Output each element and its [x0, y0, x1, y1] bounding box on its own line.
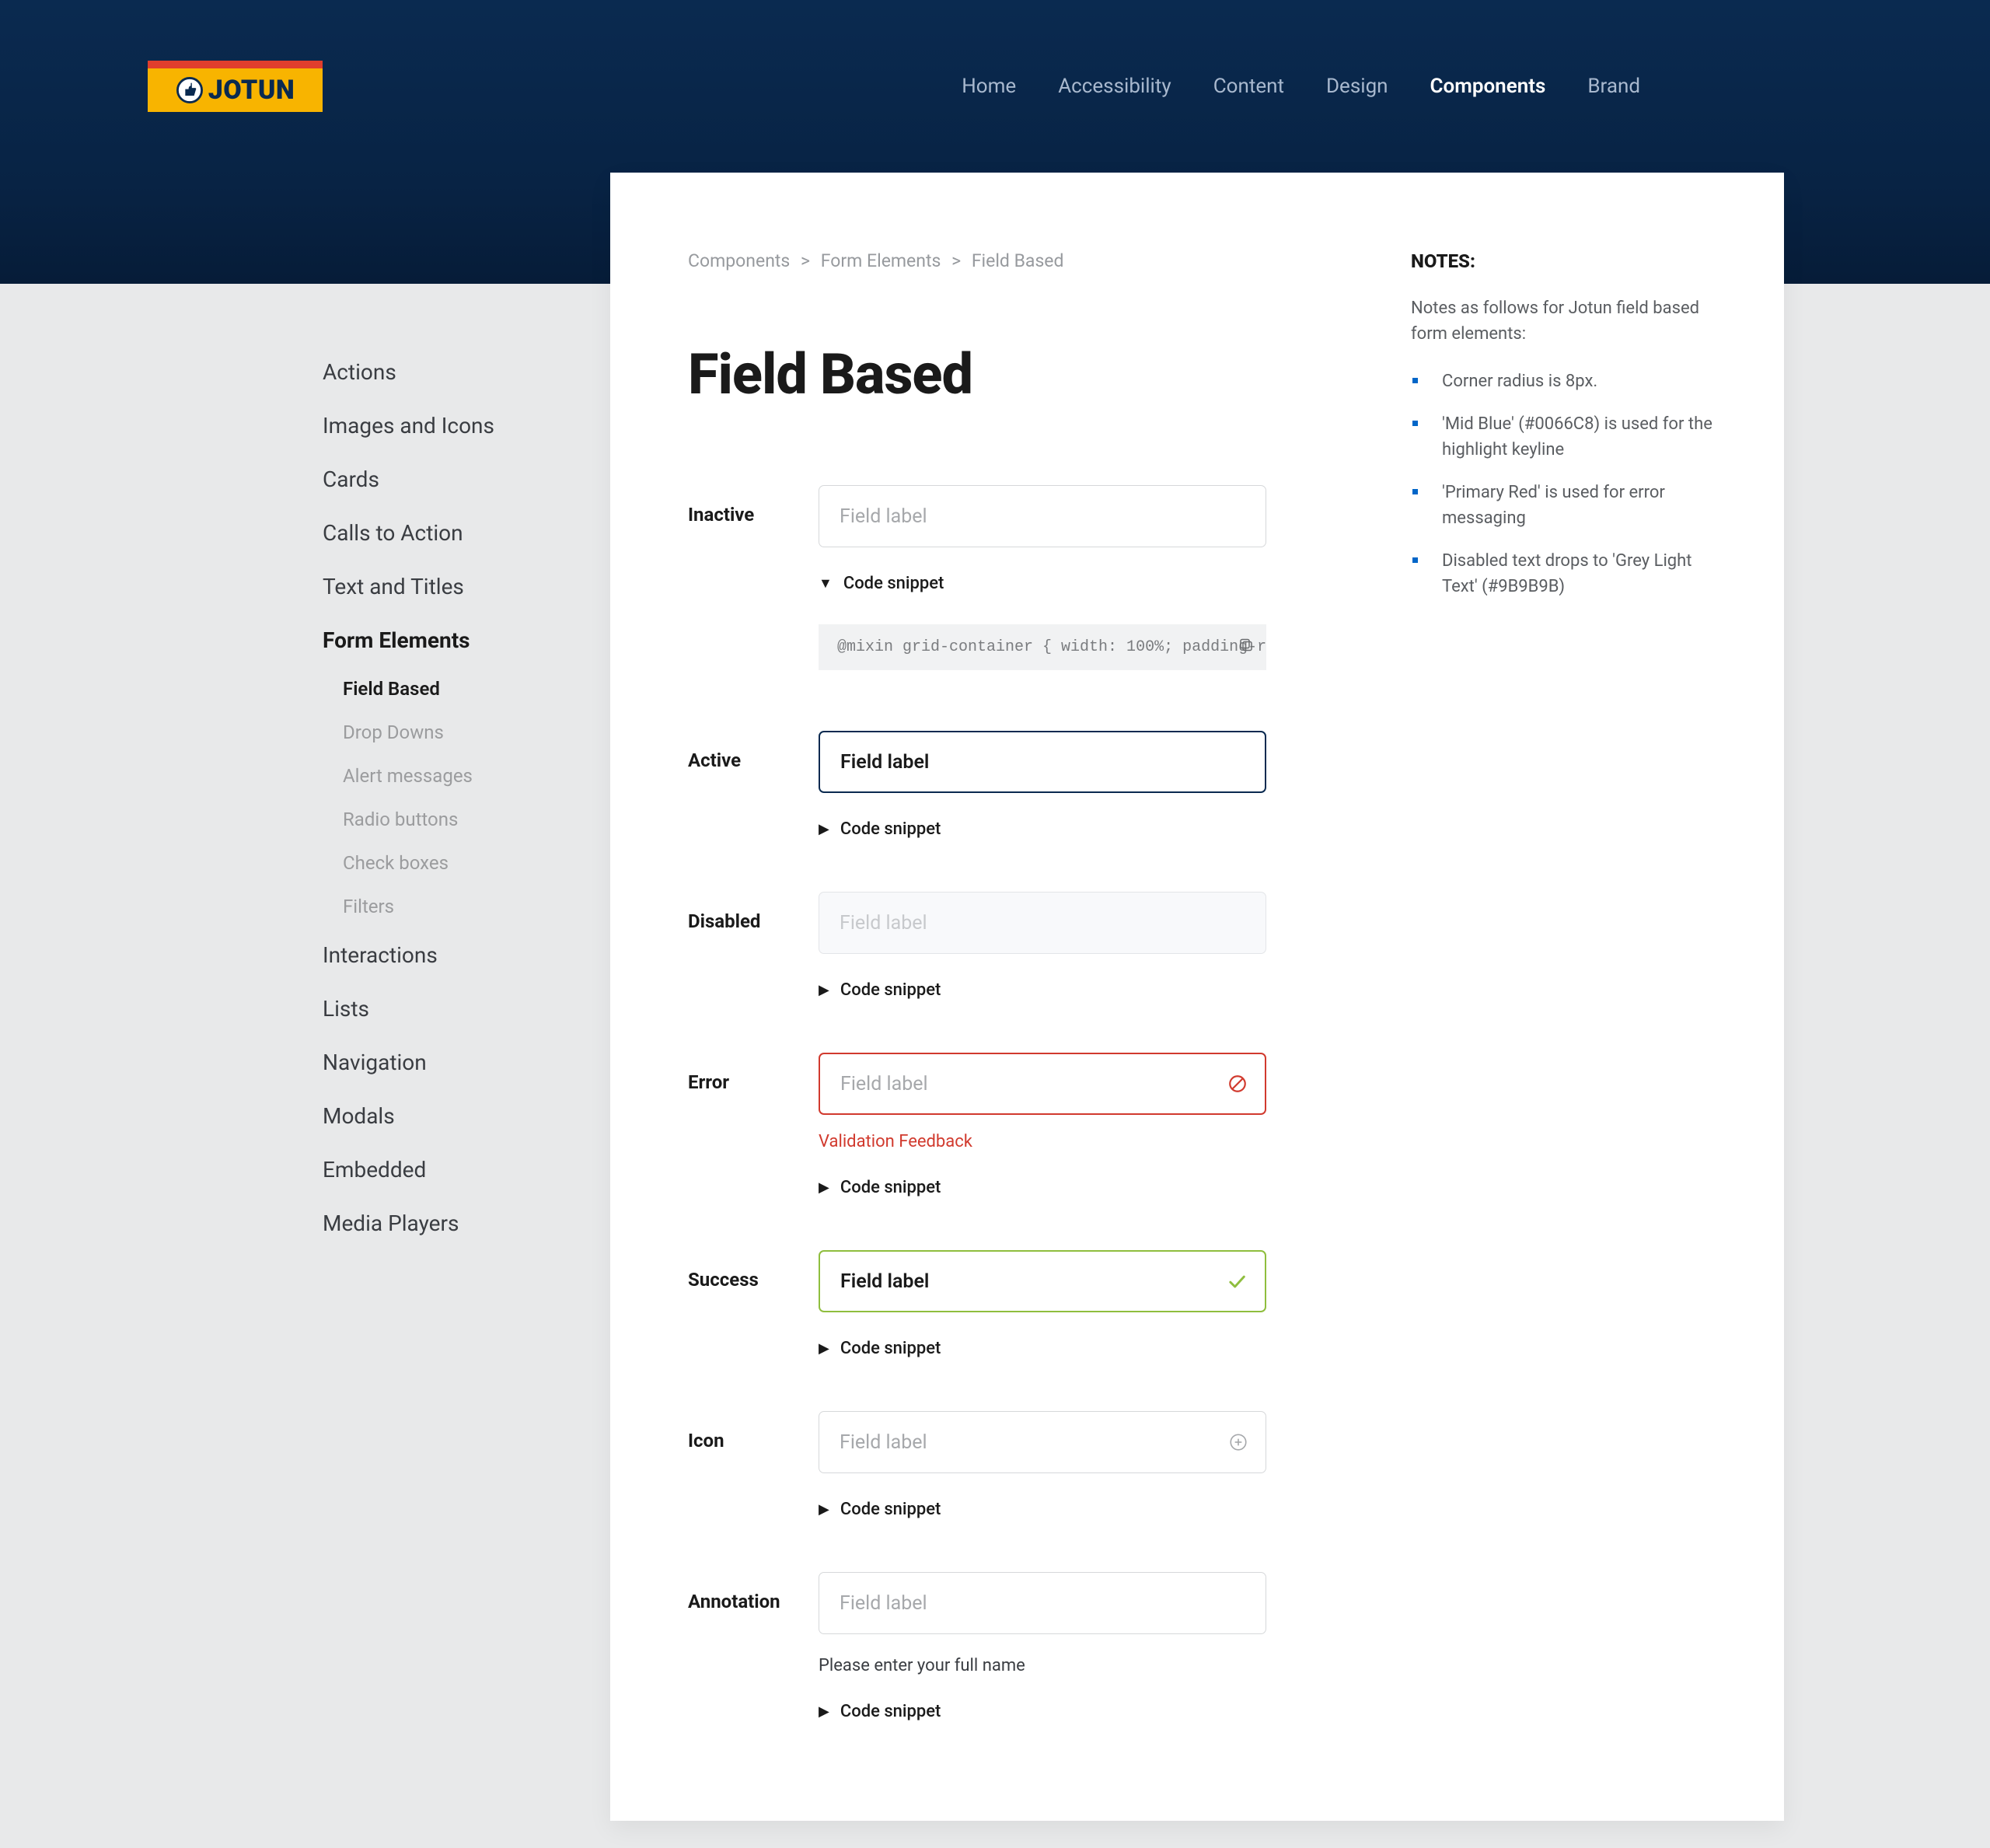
nav-components[interactable]: Components [1430, 75, 1546, 98]
input-disabled: Field label [819, 892, 1266, 954]
note-item: Disabled text drops to 'Grey Light Text'… [1411, 548, 1722, 599]
sidebar-sub-alert-messages[interactable]: Alert messages [343, 754, 579, 798]
state-label-icon: Icon [688, 1411, 819, 1452]
chevron-right-icon: ▶ [819, 1340, 829, 1357]
sidebar-item-modals[interactable]: Modals [323, 1089, 579, 1143]
sidebar-item-media-players[interactable]: Media Players [323, 1196, 579, 1250]
snippet-toggle-error[interactable]: ▶ Code snippet [819, 1178, 1266, 1197]
nav-accessibility[interactable]: Accessibility [1058, 75, 1171, 98]
state-label-error: Error [688, 1053, 819, 1093]
nav-home[interactable]: Home [962, 75, 1016, 98]
sidebar-item-cta[interactable]: Calls to Action [323, 506, 579, 560]
chevron-right-icon: ▶ [819, 1501, 829, 1518]
copy-icon[interactable] [1237, 635, 1255, 659]
sidebar-item-actions[interactable]: Actions [323, 345, 579, 399]
snippet-toggle-inactive[interactable]: ▼ Code snippet [819, 574, 1266, 593]
input-annotation[interactable]: Field label [819, 1572, 1266, 1634]
crumb-form-elements[interactable]: Form Elements [821, 250, 941, 271]
state-label-annotation: Annotation [688, 1572, 819, 1612]
page-title: Field Based [688, 341, 1356, 407]
breadcrumb: Components > Form Elements > Field Based [688, 250, 1356, 271]
input-inactive[interactable]: Field label [819, 485, 1266, 547]
chevron-right-icon: ▶ [819, 821, 829, 837]
chevron-right-icon: ▶ [819, 1179, 829, 1196]
sidebar-sub-radio-buttons[interactable]: Radio buttons [343, 798, 579, 841]
sidebar-item-cards[interactable]: Cards [323, 452, 579, 506]
state-label-inactive: Inactive [688, 485, 819, 526]
input-error[interactable]: Field label [819, 1053, 1266, 1115]
crumb-field-based: Field Based [972, 250, 1064, 271]
notes-panel: NOTES: Notes as follows for Jotun field … [1411, 250, 1722, 1743]
input-icon[interactable]: Field label [819, 1411, 1266, 1473]
error-icon [1227, 1074, 1248, 1094]
snippet-toggle-active[interactable]: ▶ Code snippet [819, 819, 1266, 839]
top-nav: Home Accessibility Content Design Compon… [962, 75, 1640, 98]
input-success[interactable]: Field label [819, 1250, 1266, 1312]
jotun-thumb-icon [176, 76, 204, 104]
note-item: 'Primary Red' is used for error messagin… [1411, 480, 1722, 531]
snippet-toggle-annotation[interactable]: ▶ Code snippet [819, 1702, 1266, 1721]
crumb-components[interactable]: Components [688, 250, 790, 271]
plus-circle-icon[interactable] [1228, 1432, 1248, 1452]
sidebar-item-navigation[interactable]: Navigation [323, 1036, 579, 1089]
sidebar-sub-drop-downs[interactable]: Drop Downs [343, 711, 579, 754]
checkmark-icon [1226, 1270, 1248, 1292]
chevron-right-icon: ▶ [819, 982, 829, 998]
sidebar-sub-field-based[interactable]: Field Based [343, 667, 579, 711]
snippet-toggle-success[interactable]: ▶ Code snippet [819, 1339, 1266, 1358]
chevron-down-icon: ▼ [819, 575, 833, 592]
sidebar-item-images-icons[interactable]: Images and Icons [323, 399, 579, 452]
snippet-toggle-disabled[interactable]: ▶ Code snippet [819, 980, 1266, 1000]
validation-feedback: Validation Feedback [819, 1132, 1266, 1151]
notes-title: NOTES: [1411, 250, 1722, 272]
snippet-code-inactive: @mixin grid-container { width: 100%; pad… [819, 624, 1266, 670]
sidebar-item-interactions[interactable]: Interactions [323, 928, 579, 982]
notes-intro: Notes as follows for Jotun field based f… [1411, 295, 1722, 347]
sidebar-item-form-elements[interactable]: Form Elements [323, 613, 579, 667]
sidebar: Actions Images and Icons Cards Calls to … [323, 173, 610, 1821]
nav-design[interactable]: Design [1326, 75, 1388, 98]
input-active[interactable]: Field label [819, 731, 1266, 793]
content-card: Components > Form Elements > Field Based… [610, 173, 1784, 1821]
helper-text: Please enter your full name [819, 1656, 1266, 1675]
sidebar-item-text-titles[interactable]: Text and Titles [323, 560, 579, 613]
note-item: Corner radius is 8px. [1411, 369, 1722, 394]
nav-content[interactable]: Content [1213, 75, 1284, 98]
nav-brand[interactable]: Brand [1587, 75, 1640, 98]
sidebar-item-embedded[interactable]: Embedded [323, 1143, 579, 1196]
state-label-disabled: Disabled [688, 892, 819, 932]
snippet-toggle-icon[interactable]: ▶ Code snippet [819, 1500, 1266, 1519]
note-item: 'Mid Blue' (#0066C8) is used for the hig… [1411, 411, 1722, 463]
sidebar-sub-check-boxes[interactable]: Check boxes [343, 841, 579, 885]
sidebar-sub-filters[interactable]: Filters [343, 885, 579, 928]
state-label-active: Active [688, 731, 819, 771]
logo-text: JOTUN [208, 75, 295, 106]
sidebar-item-lists[interactable]: Lists [323, 982, 579, 1036]
chevron-right-icon: ▶ [819, 1703, 829, 1720]
logo[interactable]: JOTUN [148, 61, 323, 112]
state-label-success: Success [688, 1250, 819, 1291]
